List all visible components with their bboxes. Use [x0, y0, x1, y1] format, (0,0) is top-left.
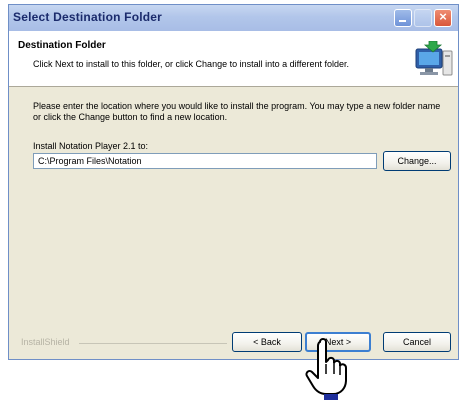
title-bar[interactable]: Select Destination Folder × [9, 5, 458, 31]
window-title: Select Destination Folder [13, 10, 163, 24]
setup-dialog: Select Destination Folder × Destination … [8, 4, 459, 360]
hand-pointer-icon [305, 338, 347, 400]
computer-install-icon [415, 41, 453, 76]
instructions-text: Please enter the location where you woul… [33, 101, 441, 122]
maximize-icon [414, 9, 432, 27]
change-button[interactable]: Change... [383, 151, 451, 171]
footer-divider [79, 343, 227, 344]
dialog-header: Destination Folder Click Next to install… [9, 31, 458, 87]
cancel-button[interactable]: Cancel [383, 332, 451, 352]
installshield-brand: InstallShield [21, 337, 70, 347]
minimize-icon[interactable] [394, 9, 412, 27]
install-path-field[interactable]: C:\Program Files\Notation [33, 153, 377, 169]
header-description: Click Next to install to this folder, or… [33, 59, 349, 69]
back-button[interactable]: < Back [232, 332, 302, 352]
header-title: Destination Folder [18, 40, 106, 51]
install-location-label: Install Notation Player 2.1 to: [33, 141, 149, 151]
close-icon[interactable]: × [434, 9, 452, 27]
